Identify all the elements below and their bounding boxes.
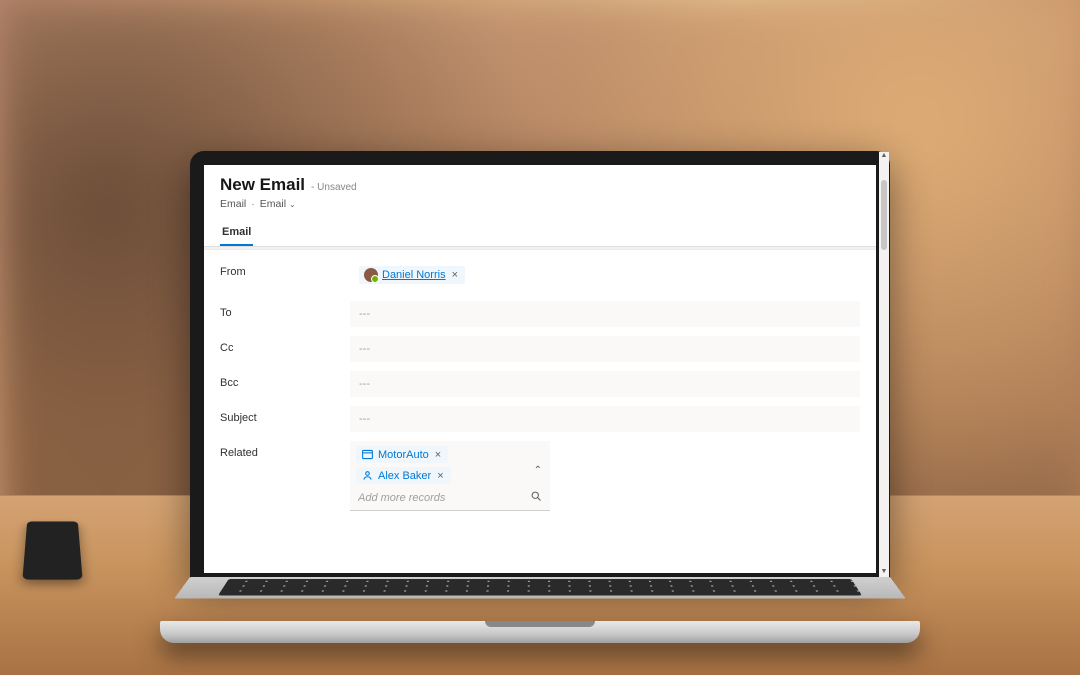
- remove-related-0[interactable]: ×: [433, 449, 443, 461]
- chevron-up-icon[interactable]: ⌃: [534, 465, 542, 476]
- email-form: From Daniel Norris × To ---: [204, 250, 876, 536]
- related-chip-name-1: Alex Baker: [378, 470, 431, 482]
- row-cc: Cc ---: [220, 336, 860, 362]
- to-field[interactable]: ---: [350, 301, 860, 327]
- app-screen: New Email - Unsaved Email · Email ⌄ Emai…: [204, 165, 876, 573]
- form-selector[interactable]: Email ⌄: [260, 198, 296, 210]
- account-icon: [361, 448, 374, 461]
- form-header: New Email - Unsaved Email · Email ⌄: [204, 165, 876, 210]
- row-subject: Subject ---: [220, 406, 860, 432]
- row-related: Related MotorAuto × Alex Baker ×: [220, 441, 860, 511]
- row-to: To ---: [220, 301, 860, 327]
- keys: [218, 579, 862, 596]
- related-chip-contact[interactable]: Alex Baker ×: [356, 467, 451, 484]
- avatar-icon: [364, 268, 378, 282]
- label-to: To: [220, 301, 350, 319]
- label-from: From: [220, 260, 350, 278]
- chevron-down-icon: ⌄: [289, 200, 296, 209]
- label-subject: Subject: [220, 406, 350, 424]
- row-from: From Daniel Norris ×: [220, 260, 860, 292]
- related-chip-name-0: MotorAuto: [378, 449, 429, 461]
- label-cc: Cc: [220, 336, 350, 354]
- label-related: Related: [220, 441, 350, 459]
- tab-email[interactable]: Email: [220, 220, 253, 246]
- tab-bar: Email: [204, 220, 876, 247]
- page-title: New Email: [220, 175, 305, 195]
- subject-field[interactable]: ---: [350, 406, 860, 432]
- breadcrumb-form: Email: [260, 198, 286, 210]
- cc-field[interactable]: ---: [350, 336, 860, 362]
- breadcrumb: Email · Email ⌄: [220, 198, 860, 210]
- related-lookup[interactable]: MotorAuto × Alex Baker × ⌃: [350, 441, 550, 511]
- label-bcc: Bcc: [220, 371, 350, 389]
- related-chip-account[interactable]: MotorAuto ×: [356, 446, 448, 463]
- bcc-field[interactable]: ---: [350, 371, 860, 397]
- related-lookup-input[interactable]: [358, 492, 524, 504]
- remove-related-1[interactable]: ×: [435, 470, 445, 482]
- remove-from-chip[interactable]: ×: [450, 269, 460, 281]
- from-name[interactable]: Daniel Norris: [382, 269, 446, 281]
- search-icon[interactable]: [530, 490, 542, 505]
- save-status: - Unsaved: [311, 182, 357, 193]
- laptop-keyboard: [174, 577, 906, 599]
- laptop: New Email - Unsaved Email · Email ⌄ Emai…: [160, 151, 920, 643]
- from-field[interactable]: Daniel Norris ×: [350, 260, 860, 292]
- breadcrumb-entity[interactable]: Email: [220, 198, 246, 210]
- from-chip[interactable]: Daniel Norris ×: [359, 266, 465, 284]
- breadcrumb-separator: ·: [251, 198, 255, 210]
- laptop-base: [160, 621, 920, 643]
- row-bcc: Bcc ---: [220, 371, 860, 397]
- screen-bezel: New Email - Unsaved Email · Email ⌄ Emai…: [190, 151, 890, 581]
- contact-icon: [361, 469, 374, 482]
- phone-prop: [22, 521, 82, 579]
